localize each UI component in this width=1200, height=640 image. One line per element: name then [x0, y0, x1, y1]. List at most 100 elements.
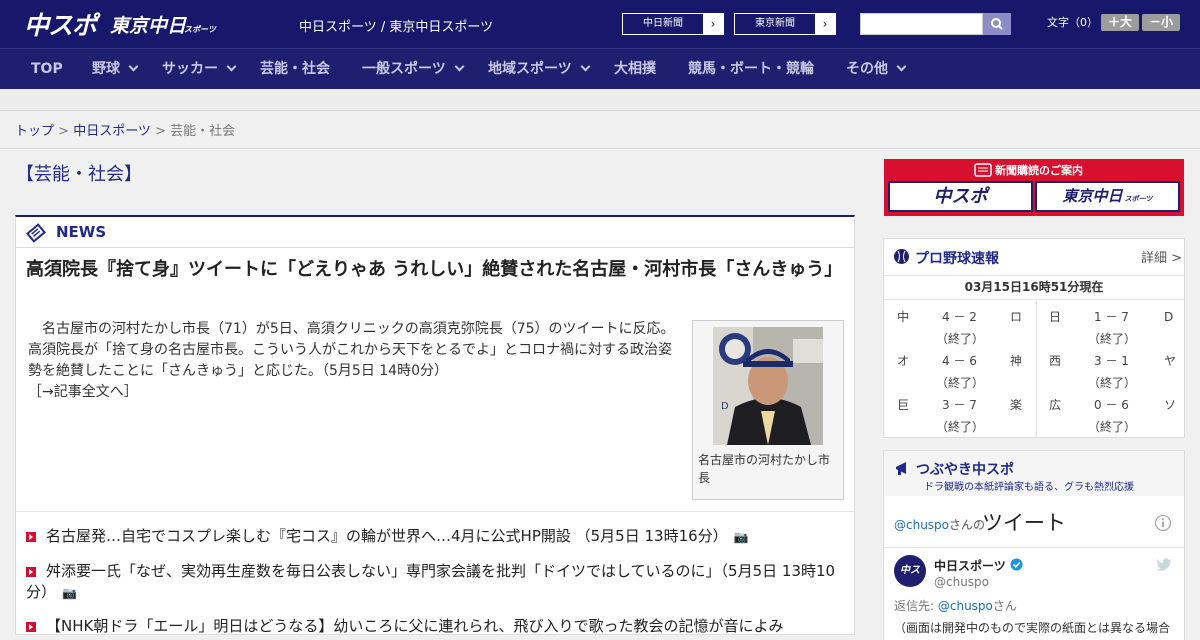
ad-strip — [0, 89, 1200, 111]
divider — [16, 511, 854, 512]
nav-label: その他 — [846, 61, 888, 77]
bullet-icon — [26, 622, 36, 632]
nav-item-local-sports[interactable]: 地域スポーツ — [488, 49, 591, 90]
list-item-text: 舛添要一氏「なぜ、実効再生産数を毎日公表しない」専門家会議を批判「ドイツではして… — [26, 562, 836, 601]
home-team: 日 — [1049, 310, 1062, 324]
svg-text:D: D — [721, 401, 729, 412]
away-team: ヤ — [1164, 354, 1177, 368]
camera-icon: 📷 — [62, 586, 77, 600]
timeline-handle-link[interactable]: @chuspo — [894, 518, 949, 532]
divider — [884, 299, 1184, 300]
site-header: 中スポ 東京中日 スポーツ 中日スポーツ / 東京中日スポーツ 中日新聞 › 東京… — [0, 0, 1200, 48]
timeline-title: ツイート — [982, 511, 1066, 535]
font-smaller-button[interactable]: －小 — [1142, 14, 1180, 31]
nav-item-baseball[interactable]: 野球 — [92, 49, 139, 90]
tweet-author-name[interactable]: 中日スポーツ — [934, 557, 1006, 574]
list-item[interactable]: 名古屋発…自宅でコスプレ楽しむ『宅コス』の輪が世界へ…4月に公式HP開設 （5月… — [26, 526, 846, 548]
chevron-down-icon — [226, 61, 237, 72]
nav-label: 芸能・社会 — [260, 61, 330, 77]
timeline-heading: @chuspoさんの — [894, 516, 985, 533]
tweets-widget: つぶやき中スポ ドラ観戦の本紙評論家も語る、グラも熱烈応援 @chuspoさんの… — [883, 450, 1185, 640]
chunichi-shimbun-label: 中日新聞 — [643, 18, 683, 29]
tweet-author-handle[interactable]: @chuspo — [934, 575, 989, 589]
away-team: ソ — [1164, 398, 1177, 412]
search-button[interactable] — [983, 13, 1011, 35]
list-item[interactable]: 【NHK朝ドラ「エール」明日はどうなる】幼いころに父に連れられ、飛び入りで歌った… — [26, 616, 846, 637]
chevron-down-icon — [128, 61, 139, 72]
breadcrumb-sep: > — [54, 124, 74, 139]
chevron-right-icon: › — [703, 14, 723, 34]
search-input[interactable] — [860, 13, 983, 35]
score: 3 － 1 — [1094, 354, 1129, 368]
tokyo-chunichi-logo[interactable]: 東京中日 — [110, 11, 186, 38]
newspaper-icon — [974, 163, 992, 177]
font-larger-button[interactable]: ＋大 — [1101, 14, 1139, 31]
game-status: （終了） — [1088, 376, 1137, 390]
megaphone-icon — [896, 462, 906, 475]
reply-to-link[interactable]: @chuspo — [938, 599, 993, 613]
nav-label: 競馬・ボート・競輪 — [688, 61, 814, 77]
subscription-banner[interactable]: 新聞購読のご案内 中スポ 東京中日 スポーツ — [884, 159, 1184, 216]
away-team: 神 — [1010, 354, 1023, 368]
bullet-icon — [26, 532, 36, 542]
site-title: 中日スポーツ / 東京中日スポーツ — [299, 20, 494, 35]
twitter-timeline: @chuspoさんの ツイート 中ス 中日スポーツ @chuspo 返信先: @… — [884, 496, 1184, 640]
nav-item-other[interactable]: その他 — [846, 49, 907, 90]
chevron-down-icon — [580, 61, 591, 72]
list-item-text: 【NHK朝ドラ「エール」明日はどうなる】幼いころに父に連れられ、飛び入りで歌った… — [46, 617, 784, 635]
photo-caption: 名古屋市の河村たかし市長 — [698, 453, 831, 485]
game-status: （終了） — [936, 420, 985, 434]
twitter-bird-icon[interactable] — [1156, 557, 1173, 571]
divider — [0, 148, 1200, 149]
headline-link[interactable]: 高須院長『捨て身』ツイートに「どえりゃあ うれしい」絶賛された名古屋・河村市長「… — [26, 257, 842, 283]
breadcrumb-chunichi[interactable]: 中日スポーツ — [73, 124, 151, 139]
chunichi-shimbun-link[interactable]: 中日新聞 › — [622, 13, 724, 35]
search-icon — [991, 18, 1003, 30]
lead-paragraph: 名古屋市の河村たかし市長（71）が5日、高須クリニックの高須克弥院長（75）のツ… — [28, 319, 683, 403]
breadcrumb-top[interactable]: トップ — [15, 124, 54, 139]
subscribe-tokyo-sub: スポーツ — [1124, 195, 1153, 203]
home-team: オ — [897, 354, 910, 368]
divider — [884, 275, 1184, 276]
nav-item-racing[interactable]: 競馬・ボート・競輪 — [688, 49, 814, 90]
home-team: 広 — [1049, 398, 1062, 412]
nav-item-top[interactable]: TOP — [31, 49, 63, 90]
nav-label: 地域スポーツ — [488, 61, 572, 77]
verified-icon — [1010, 558, 1023, 571]
away-team: ロ — [1010, 310, 1023, 324]
photo-image: D — [713, 327, 823, 445]
tokyo-shimbun-link[interactable]: 東京新聞 › — [734, 13, 836, 35]
game-status: （終了） — [936, 376, 985, 390]
game-status: （終了） — [1088, 332, 1137, 346]
chevron-right-icon: › — [815, 14, 835, 34]
away-team: 楽 — [1010, 398, 1023, 412]
tweets-title: つぶやき中スポ — [916, 462, 1014, 478]
nav-label: TOP — [31, 61, 63, 77]
breadcrumb: トップ > 中日スポーツ > 芸能・社会 — [15, 120, 235, 139]
pro-baseball-detail-link[interactable]: 詳細 > — [1141, 247, 1182, 266]
nav-label: 一般スポーツ — [362, 61, 446, 77]
nav-item-soccer[interactable]: サッカー — [162, 49, 237, 90]
nav-item-sumo[interactable]: 大相撲 — [614, 49, 656, 90]
nav-item-entertainment[interactable]: 芸能・社会 — [260, 49, 330, 90]
subscribe-tokyo-button[interactable]: 東京中日 スポーツ — [1035, 181, 1180, 212]
read-more-link[interactable]: ［→記事全文へ］ — [28, 384, 138, 400]
breadcrumb-sep: > — [150, 124, 171, 139]
camera-icon: 📷 — [733, 530, 749, 544]
headline-photo[interactable]: D 名古屋市の河村たかし市長 — [692, 320, 844, 500]
nav-item-general-sports[interactable]: 一般スポーツ — [362, 49, 465, 90]
score: 0 － 6 — [1094, 398, 1129, 412]
nav-label: 野球 — [92, 61, 120, 77]
home-team: 巨 — [897, 398, 910, 412]
avatar[interactable]: 中ス — [894, 555, 926, 587]
away-team: D — [1164, 310, 1174, 324]
game-status: （終了） — [936, 332, 985, 346]
subscribe-chuspo-button[interactable]: 中スポ — [888, 181, 1033, 212]
breadcrumb-current: 芸能・社会 — [170, 124, 236, 139]
list-item[interactable]: 舛添要一氏「なぜ、実効再生産数を毎日公表しない」専門家会議を批判「ドイツではして… — [26, 561, 846, 604]
chuspo-logo[interactable]: 中スポ — [24, 6, 97, 42]
game-status: （終了） — [1088, 420, 1137, 434]
divider — [884, 547, 1184, 548]
subscribe-tokyo-label: 東京中日 — [1062, 187, 1123, 205]
info-icon[interactable] — [1154, 514, 1172, 532]
